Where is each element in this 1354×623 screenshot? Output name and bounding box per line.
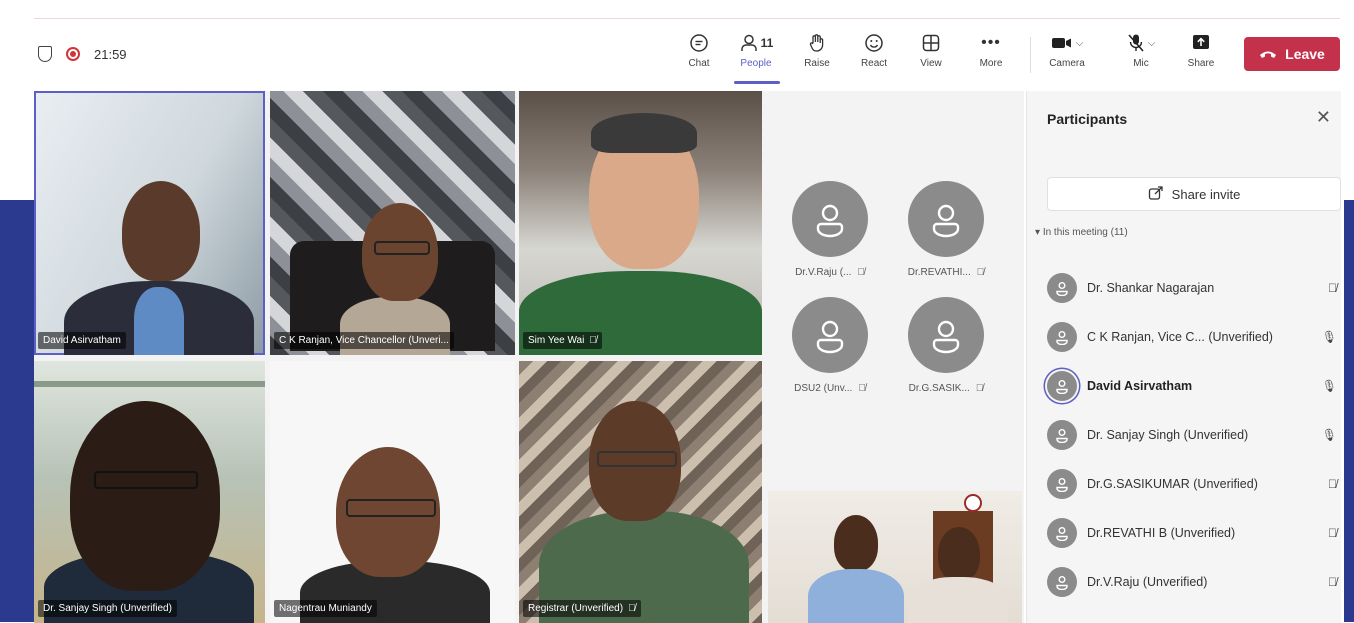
share-invite-button[interactable]: Share invite <box>1047 177 1341 211</box>
avatar-tile-dr-revathi[interactable]: Dr.REVATHI... 🎙̸ <box>896 181 996 278</box>
close-icon[interactable]: ✕ <box>1316 107 1331 128</box>
video-tile-ck-ranjan[interactable]: C K Ranjan, Vice Chancellor (Unveri... <box>270 91 515 355</box>
mic-off-icon: ⌵ <box>1127 31 1156 55</box>
video-grid: David Asirvatham C K Ranjan, Vice Chance… <box>34 91 1024 623</box>
more-button[interactable]: ••• More <box>966 31 1016 69</box>
participants-panel: Participants ✕ Share invite ▾ In this me… <box>1026 91 1341 623</box>
mic-off-icon: 🎙̸ <box>589 335 597 346</box>
avatar-tile-dr-g-sasik[interactable]: Dr.G.SASIK... 🎙̸ <box>896 297 996 394</box>
meeting-toolbar: 21:59 Chat 11 People Raise React View ••… <box>34 19 1340 89</box>
avatar <box>1047 419 1077 450</box>
list-item[interactable]: Dr. Sanjay Singh (Unverified) 🎙 <box>1047 410 1337 459</box>
active-tab-indicator <box>734 81 780 84</box>
mic-off-icon: 🎙̸ <box>1328 525 1337 540</box>
share-tray-icon <box>1191 31 1211 55</box>
recording-icon <box>66 47 80 61</box>
react-button[interactable]: React <box>849 31 899 69</box>
chevron-down-icon[interactable]: ⌵ <box>1076 38 1084 49</box>
chat-button[interactable]: Chat <box>674 31 724 69</box>
avatar <box>792 297 868 373</box>
avatar <box>792 181 868 257</box>
mic-off-icon: 🎙̸ <box>975 383 984 394</box>
list-item[interactable]: Dr.V.Raju (Unverified) 🎙̸ <box>1047 557 1337 606</box>
avatar-tile-dr-v-raju[interactable]: Dr.V.Raju (... 🎙̸ <box>780 181 880 278</box>
camera-button[interactable]: ⌵ Camera <box>1042 31 1092 70</box>
video-tile-nagentrau-muniandy[interactable]: Nagentrau Muniandy <box>270 361 515 623</box>
mic-icon: 🎙 <box>1321 427 1337 442</box>
video-tile-david-asirvatham[interactable]: David Asirvatham <box>34 91 265 355</box>
share-icon <box>1148 185 1164 204</box>
mic-off-icon: 🎙̸ <box>858 383 866 394</box>
avatar <box>908 297 984 373</box>
chat-icon <box>689 31 709 55</box>
mic-off-icon: 🎙̸ <box>1328 476 1337 491</box>
chevron-down-icon[interactable]: ⌵ <box>1148 38 1156 49</box>
participant-name-label: C K Ranjan, Vice Chancellor (Unveri... <box>274 332 454 349</box>
window-frame <box>34 381 265 387</box>
shield-icon <box>38 46 52 62</box>
list-item[interactable]: Dr.G.SASIKUMAR (Unverified) 🎙̸ <box>1047 459 1337 508</box>
people-button[interactable]: 11 People <box>731 31 781 69</box>
ellipsis-icon: ••• <box>981 34 1001 51</box>
list-item[interactable]: C K Ranjan, Vice C... (Unverified) 🎙 <box>1047 312 1337 361</box>
hair-shape <box>591 113 697 153</box>
raise-hand-button[interactable]: Raise <box>792 31 842 69</box>
grid-icon <box>921 31 941 55</box>
mic-button[interactable]: ⌵ Mic <box>1116 31 1166 69</box>
participant-name-label: Registrar (Unverified) 🎙̸ <box>523 600 641 617</box>
video-tile-sanjay-singh[interactable]: Dr. Sanjay Singh (Unverified) <box>34 361 265 623</box>
video-tile-sim-yee-wai[interactable]: Sim Yee Wai 🎙̸ <box>519 91 762 355</box>
list-item[interactable]: Dr.REVATHI B (Unverified) 🎙̸ <box>1047 508 1337 557</box>
mic-icon: 🎙 <box>1321 329 1337 344</box>
mic-icon: 🎙 <box>1321 378 1337 393</box>
participant-name-label: David Asirvatham <box>38 332 126 349</box>
avatar <box>1047 272 1077 303</box>
avatar <box>1047 468 1077 499</box>
camera-icon: ⌵ <box>1051 31 1084 55</box>
avatar-tile-dsu2[interactable]: DSU2 (Unv... 🎙̸ <box>780 297 880 394</box>
video-tile-registrar[interactable]: Registrar (Unverified) 🎙̸ <box>519 361 762 623</box>
share-button[interactable]: Share <box>1176 31 1226 69</box>
teams-meeting-window: 21:59 Chat 11 People Raise React View ••… <box>34 18 1341 623</box>
avatar <box>1047 370 1077 401</box>
leave-button[interactable]: Leave <box>1244 37 1340 71</box>
people-icon: 11 <box>739 31 774 55</box>
clock-icon <box>964 494 982 512</box>
toolbar-divider <box>1030 37 1031 73</box>
participant-name-label: Dr. Sanjay Singh (Unverified) <box>38 600 177 617</box>
mic-off-icon: 🎙̸ <box>1328 280 1337 295</box>
people-count-badge: 11 <box>760 36 774 50</box>
view-button[interactable]: View <box>906 31 956 69</box>
audio-only-participants: Dr.V.Raju (... 🎙̸ Dr.REVATHI... 🎙̸ DSU2 (U… <box>766 91 1024 491</box>
avatar <box>1047 566 1077 597</box>
participant-list: Dr. Shankar Nagarajan 🎙̸ C K Ranjan, Vic… <box>1047 263 1337 606</box>
hand-icon <box>807 31 827 55</box>
in-meeting-section-toggle[interactable]: ▾ In this meeting (11) <box>1035 227 1128 238</box>
participant-name-label: Nagentrau Muniandy <box>274 600 377 617</box>
right-decorative-band <box>1344 200 1354 622</box>
meeting-timer: 21:59 <box>94 46 127 62</box>
mic-off-icon: 🎙̸ <box>976 267 985 278</box>
mic-off-icon: 🎙̸ <box>857 267 865 278</box>
avatar <box>1047 517 1077 548</box>
mic-off-icon: 🎙̸ <box>1328 574 1337 589</box>
phone-hangup-icon <box>1259 46 1277 62</box>
list-item[interactable]: David Asirvatham 🎙 <box>1047 361 1337 410</box>
panel-title: Participants <box>1047 111 1128 127</box>
list-item[interactable]: Dr. Shankar Nagarajan 🎙̸ <box>1047 263 1337 312</box>
smiley-icon <box>864 31 884 55</box>
mic-off-icon: 🎙̸ <box>628 603 636 614</box>
avatar <box>1047 321 1077 352</box>
avatar <box>908 181 984 257</box>
video-tile-room[interactable] <box>768 491 1022 623</box>
participant-name-label: Sim Yee Wai 🎙̸ <box>523 332 602 349</box>
